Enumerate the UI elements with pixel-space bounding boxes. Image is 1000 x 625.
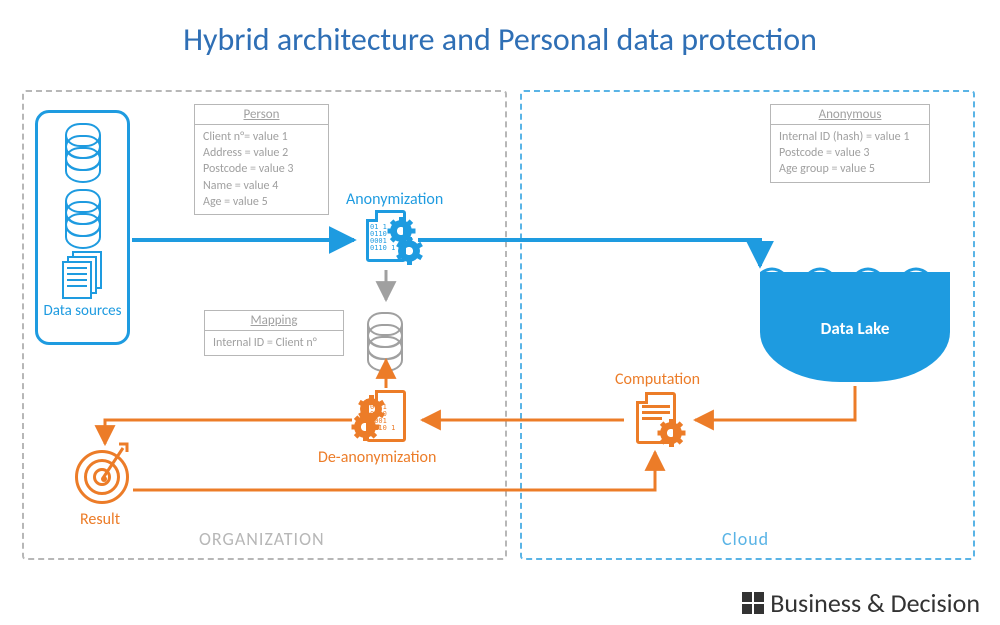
table-row: Age = value 5 bbox=[203, 194, 320, 210]
computation-icon bbox=[630, 392, 684, 454]
table-row: Client n°= value 1 bbox=[203, 129, 320, 145]
table-row: Internal ID = Client n° bbox=[213, 335, 335, 351]
organization-label: ORGANIZATION bbox=[199, 528, 325, 550]
table-row: Postcode = value 3 bbox=[203, 161, 320, 177]
table-row: Internal ID (hash) = value 1 bbox=[779, 129, 921, 145]
data-lake-node: Data Lake bbox=[760, 272, 950, 382]
result-label: Result bbox=[80, 510, 120, 529]
data-sources-node: Data sources bbox=[35, 110, 130, 345]
brand-logo: Business & Decision bbox=[742, 587, 980, 619]
data-lake-label: Data Lake bbox=[760, 318, 950, 339]
mapping-table: Mapping Internal ID = Client n° bbox=[204, 310, 344, 356]
deanonymization-label: De-anonymization bbox=[318, 448, 436, 467]
table-row: Age group = value 5 bbox=[779, 161, 921, 177]
documents-icon bbox=[62, 251, 104, 297]
table-row: Address = value 2 bbox=[203, 145, 320, 161]
database-icon bbox=[63, 123, 103, 171]
database-icon bbox=[63, 189, 103, 237]
result-target-icon bbox=[75, 450, 135, 510]
table-row: Postcode = value 3 bbox=[779, 145, 921, 161]
anonymous-table: Anonymous Internal ID (hash) = value 1 P… bbox=[770, 104, 930, 183]
anonymous-table-header: Anonymous bbox=[771, 105, 929, 125]
data-sources-label: Data sources bbox=[38, 303, 127, 320]
person-table: Person Client n°= value 1 Address = valu… bbox=[194, 104, 329, 215]
mapping-db-icon bbox=[365, 302, 405, 360]
brand-text: Business & Decision bbox=[770, 587, 980, 619]
cloud-label: Cloud bbox=[722, 528, 769, 550]
table-row: Name = value 4 bbox=[203, 178, 320, 194]
person-table-header: Person bbox=[195, 105, 328, 125]
anonymization-label: Anonymization bbox=[346, 190, 443, 209]
brand-squares-icon bbox=[742, 592, 764, 614]
deanonymization-icon: 01 1011000010110 1 bbox=[360, 390, 414, 452]
computation-label: Computation bbox=[615, 370, 700, 389]
mapping-table-header: Mapping bbox=[205, 311, 343, 331]
page-title: Hybrid architecture and Personal data pr… bbox=[0, 0, 1000, 59]
anonymization-icon: 01 1011000010110 1 bbox=[360, 210, 414, 272]
